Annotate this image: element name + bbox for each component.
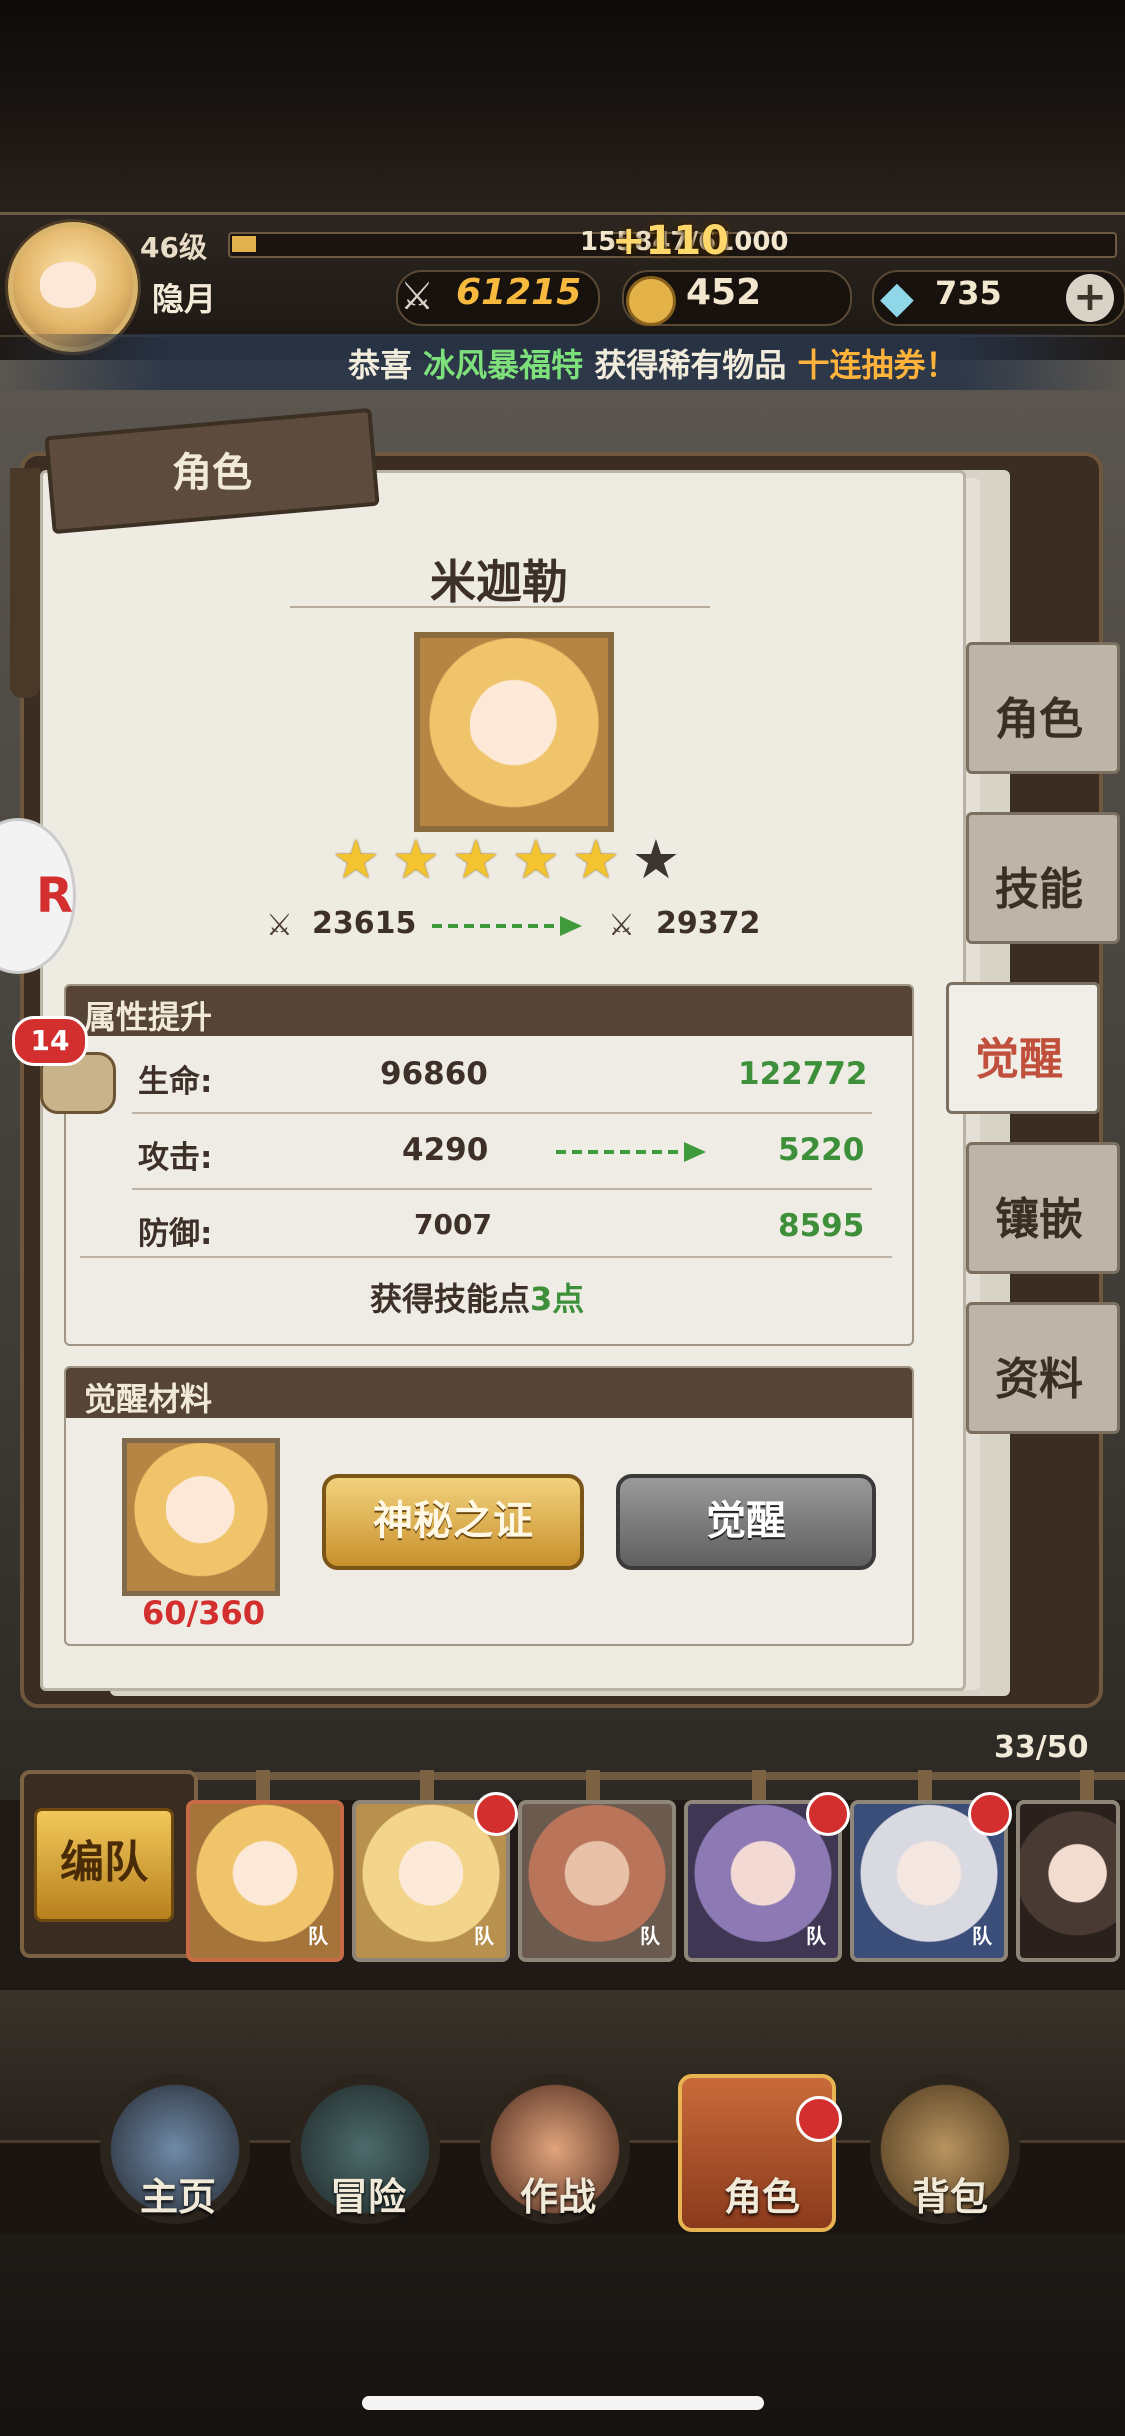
star-filled-icon: ★ [331, 828, 381, 891]
star-filled-icon: ★ [511, 828, 561, 891]
row-divider [80, 1256, 892, 1258]
formation-button[interactable]: 编队 [34, 1808, 174, 1922]
nav-character[interactable]: 角色 [724, 2166, 800, 2221]
top-background [0, 0, 1125, 220]
arrow-right-icon [684, 1142, 706, 1162]
atk-from: 4290 [402, 1132, 489, 1168]
exp-bar-fill [232, 236, 256, 252]
gold-coin-icon [626, 276, 676, 326]
team-rail [190, 1772, 1125, 1780]
player-level: 46级 [140, 231, 207, 264]
power-before: 23615 [312, 906, 417, 941]
team-card-tag: 队 [972, 1924, 992, 1948]
tab-profile-label: 资料 [995, 1354, 1083, 1405]
def-from: 7007 [414, 1208, 492, 1241]
row-divider [132, 1112, 872, 1114]
tab-skills[interactable]: 技能 [966, 812, 1120, 944]
star-filled-icon: ★ [571, 828, 621, 891]
hp-from: 96860 [380, 1056, 488, 1092]
home-indicator[interactable] [362, 2396, 764, 2410]
arrow-right-icon [560, 916, 582, 936]
hp-to: 122772 [738, 1056, 868, 1092]
news-item: 十连抽券 [797, 346, 926, 384]
tab-inlay-label: 镶嵌 [995, 1194, 1083, 1245]
power-arrow-line [432, 924, 562, 928]
attributes-header: 属性提升 [66, 986, 912, 1036]
skill-points-prefix: 获得技能点 [370, 1280, 531, 1318]
tab-awaken[interactable]: 觉醒 [946, 982, 1100, 1114]
add-gems-button[interactable]: + [1066, 274, 1114, 322]
event-logo-icon[interactable]: R [0, 818, 76, 974]
material-count: 60/360 [142, 1594, 266, 1632]
team-card-tag: 队 [806, 1924, 826, 1948]
crossed-swords-icon: ⚔ [266, 908, 293, 943]
nav-adventure[interactable]: 冒险 [330, 2166, 406, 2221]
attributes-title: 属性提升 [84, 998, 213, 1036]
skill-points-line: 获得技能点3点 [370, 1274, 584, 1320]
team-card-6[interactable] [1016, 1800, 1120, 1962]
nav-bag[interactable]: 背包 [912, 2166, 988, 2221]
gem-value: 735 [935, 274, 1002, 312]
nav-home[interactable]: 主页 [140, 2166, 216, 2221]
team-count: 33/50 [994, 1730, 1089, 1765]
tab-profile[interactable]: 资料 [966, 1302, 1120, 1434]
card-alert-badge [806, 1792, 850, 1836]
atk-label: 攻击: [138, 1140, 213, 1176]
star-filled-icon: ★ [391, 828, 441, 891]
crossed-swords-icon: ⚔ [608, 908, 635, 943]
tab-character[interactable]: 角色 [966, 642, 1120, 774]
row-divider [132, 1188, 872, 1190]
tab-awaken-label: 觉醒 [975, 1034, 1063, 1085]
atk-arrow-line [556, 1150, 686, 1154]
team-card-tag: 队 [308, 1924, 328, 1948]
materials-title: 觉醒材料 [84, 1380, 213, 1418]
bookmark-ribbon [10, 468, 40, 698]
card-alert-badge [968, 1792, 1012, 1836]
gold-value: 452 [686, 272, 762, 313]
mystery-proof-button[interactable]: 神秘之证 [322, 1474, 584, 1570]
atk-to: 5220 [778, 1132, 865, 1168]
crossed-swords-icon: ⚔ [400, 274, 435, 318]
panel-title: 角色 [172, 450, 252, 496]
star-empty-icon: ★ [631, 828, 681, 891]
portrait-face [470, 690, 550, 760]
skill-points-value: 3点 [530, 1280, 585, 1318]
news-middle: 获得稀有物品 [594, 346, 787, 384]
player-name: 隐月 [152, 280, 217, 318]
material-face [166, 1480, 230, 1538]
star-filled-icon: ★ [451, 828, 501, 891]
nav-alert-badge [796, 2096, 842, 2142]
awaken-button[interactable]: 觉醒 [616, 1474, 876, 1570]
exp-gain-popup: +110 [612, 218, 730, 264]
power-value: 61215 [456, 272, 582, 313]
team-card-tag: 队 [474, 1924, 494, 1948]
news-player: 冰风暴福特 [423, 346, 584, 384]
team-card-tag: 队 [640, 1924, 660, 1948]
tab-character-label: 角色 [995, 694, 1083, 745]
power-after: 29372 [656, 906, 761, 941]
avatar-face [40, 262, 96, 308]
hp-label: 生命: [138, 1064, 213, 1100]
card-alert-badge [474, 1792, 518, 1836]
news-text: 恭喜 冰风暴福特 获得稀有物品 十连抽券！ [348, 340, 958, 386]
news-suffix: ！ [925, 346, 958, 384]
def-to: 8595 [778, 1208, 865, 1244]
crystal-icon: ◆ [880, 272, 914, 323]
name-divider [290, 606, 710, 608]
news-prefix: 恭喜 [348, 346, 413, 384]
def-label: 防御: [138, 1216, 213, 1252]
tab-inlay[interactable]: 镶嵌 [966, 1142, 1120, 1274]
hero-name: 米迦勒 [430, 555, 568, 609]
tab-skills-label: 技能 [995, 864, 1083, 915]
chat-badge: 14 [12, 1016, 88, 1066]
materials-header: 觉醒材料 [66, 1368, 912, 1418]
nav-battle[interactable]: 作战 [520, 2166, 596, 2221]
